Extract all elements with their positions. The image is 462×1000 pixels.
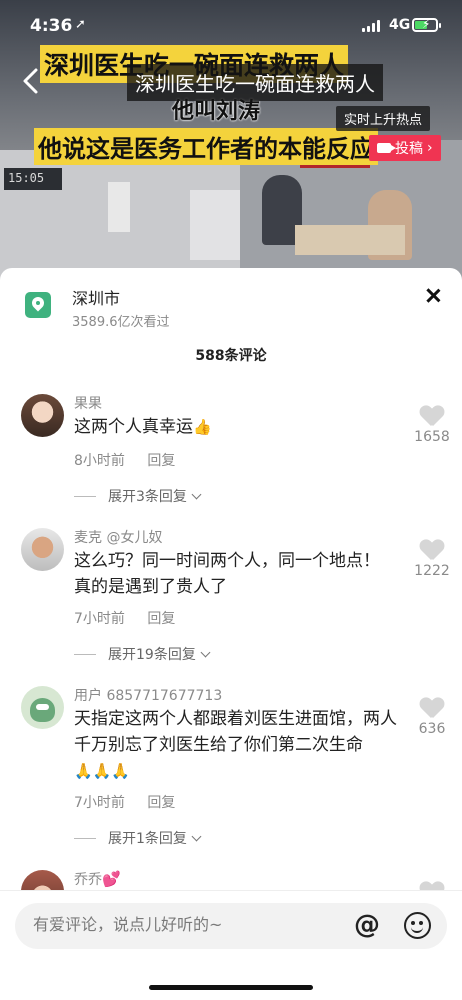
location-pin-icon (25, 292, 51, 318)
emoji-smile-icon[interactable] (404, 912, 431, 939)
reply-button[interactable]: 回复 (147, 611, 175, 627)
signal-icon (362, 20, 380, 32)
comment-text: 这两个人真幸运👍 (74, 414, 404, 440)
back-arrow-icon[interactable] (18, 66, 44, 96)
hot-topic-tag[interactable]: 实时上升热点 (336, 106, 431, 131)
submit-button-label: 投稿 (395, 141, 423, 157)
avatar[interactable] (21, 686, 64, 729)
video-background (295, 225, 405, 255)
chevron-down-icon (200, 647, 211, 657)
camera-icon (377, 143, 396, 153)
expand-replies-button[interactable]: 展开3条回复 (74, 486, 202, 506)
comment-input-box[interactable]: @ (15, 903, 447, 949)
praying-hands-icon: 🙏🙏🙏 (74, 762, 131, 780)
chevron-down-icon (191, 489, 202, 499)
comment-sheet: 深圳市 3589.6亿次看过 588条评论 果果 这两个人真幸运👍 8小时前 回… (0, 268, 462, 1000)
video-background (190, 190, 240, 260)
expand-replies-label: 展开19条回复 (108, 647, 196, 663)
location-arrow-icon: ➚ (75, 17, 86, 32)
battery-icon: ⚡ (412, 17, 441, 32)
home-indicator[interactable] (149, 985, 313, 990)
comment-input-bar: @ (0, 890, 462, 1000)
comment-username[interactable]: 麦克 @女儿奴 (74, 527, 162, 547)
expand-replies-label: 展开1条回复 (108, 831, 187, 847)
reply-button[interactable]: 回复 (147, 795, 175, 811)
comment-time: 7小时前 (74, 795, 125, 811)
comment-username[interactable]: 用户 6857717677713 (74, 685, 222, 705)
comment-meta: 8小时前 回复 (74, 450, 175, 470)
heart-emoji-icon: 💕 (102, 870, 121, 888)
avatar[interactable] (21, 394, 64, 437)
comment-text: 天指定这两个人都跟着刘医生进面馆，两人千万别忘了刘医生给了你们第二次生命🙏🙏🙏 (74, 706, 404, 784)
video-clock-display: 15:05 (4, 168, 62, 190)
like-count: 1222 (414, 563, 450, 579)
expand-replies-button[interactable]: 展开1条回复 (74, 828, 202, 848)
comment-count: 588条评论 (195, 348, 267, 364)
like-heart-icon[interactable] (420, 406, 444, 428)
reply-button[interactable]: 回复 (147, 453, 175, 469)
network-type: 4G (389, 17, 411, 33)
comment-text: 这么巧？同一时间两个人，同一个地点！真的是遇到了贵人了 (74, 551, 380, 597)
status-bar: 4:36 ➚ 4G ⚡ (0, 0, 462, 44)
location-city[interactable]: 深圳市 (72, 285, 120, 309)
expand-replies-label: 展开3条回复 (108, 489, 187, 505)
expand-replies-button[interactable]: 展开19条回复 (74, 644, 211, 664)
close-icon[interactable] (422, 285, 444, 307)
avatar[interactable] (21, 528, 64, 571)
like-count: 1658 (414, 429, 450, 445)
chevron-down-icon (191, 831, 202, 841)
comment-input[interactable] (33, 915, 333, 934)
comment-meta: 7小时前 回复 (74, 608, 175, 628)
comment-time: 7小时前 (74, 611, 125, 627)
status-time: 4:36 (30, 16, 73, 36)
thumbs-up-icon: 👍 (193, 418, 212, 436)
video-title: 深圳医生吃一碗面连救两人 (127, 64, 383, 101)
at-mention-icon[interactable]: @ (354, 910, 380, 940)
like-count: 636 (418, 721, 446, 737)
comment-username[interactable]: 乔乔💕 (74, 869, 121, 889)
comment-time: 8小时前 (74, 453, 125, 469)
comment-username[interactable]: 果果 (74, 393, 102, 413)
video-background (108, 182, 130, 232)
comment-meta: 7小时前 回复 (74, 792, 175, 812)
video-caption-bottom: 他说这是医务工作者的本能反应 (34, 128, 378, 165)
location-views: 3589.6亿次看过 (72, 315, 170, 330)
like-heart-icon[interactable] (420, 540, 444, 562)
like-heart-icon[interactable] (420, 698, 444, 720)
submit-button[interactable]: 投稿 › (369, 135, 441, 161)
chevron-right-icon: › (427, 140, 433, 156)
